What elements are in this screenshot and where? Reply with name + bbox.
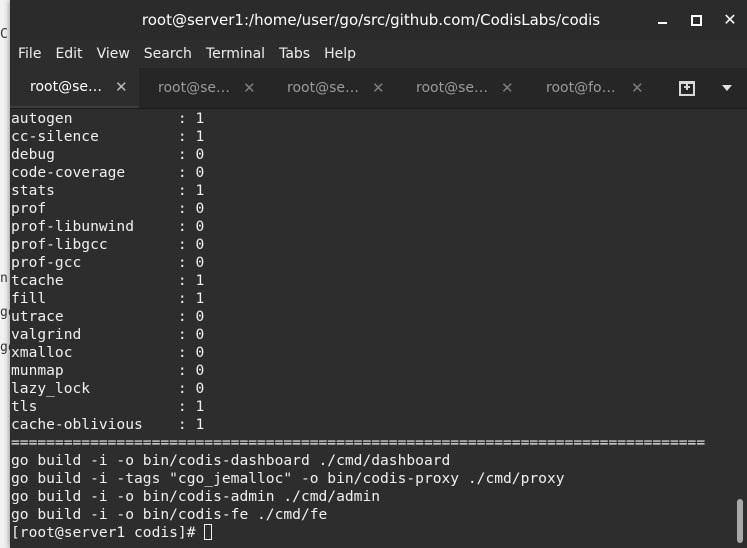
scrollbar-thumb[interactable] (737, 499, 743, 543)
terminal-line: cache-oblivious : 1 (11, 416, 205, 433)
tab-3[interactable]: root@se… ✕ (267, 68, 396, 108)
chevron-down-icon (722, 85, 732, 91)
scrollbar[interactable] (732, 109, 747, 548)
minimize-icon (657, 22, 667, 24)
tab-actions (667, 68, 747, 108)
minimize-button[interactable] (645, 0, 679, 40)
menu-terminal[interactable]: Terminal (200, 46, 271, 62)
terminal-output[interactable]: autogen : 1 cc-silence : 1 debug : 0 cod… (10, 109, 732, 548)
tab-close-icon[interactable]: ✕ (631, 79, 644, 97)
terminal-line: go build -i -tags "cgo_jemalloc" -o bin/… (11, 470, 565, 487)
tab-label: root@se… (30, 79, 102, 95)
tab-close-icon[interactable]: ✕ (243, 79, 256, 97)
terminal-line: utrace : 0 (11, 308, 205, 325)
title-bar[interactable]: root@server1:/home/user/go/src/github.co… (10, 0, 747, 40)
close-icon: ✕ (723, 10, 737, 29)
terminal-line: go build -i -o bin/codis-fe ./cmd/fe (11, 506, 328, 523)
menu-search[interactable]: Search (138, 46, 198, 62)
terminal-line: valgrind : 0 (11, 326, 205, 343)
terminal-line: go build -i -o bin/codis-dashboard ./cmd… (11, 452, 451, 469)
terminal-prompt-line[interactable]: [root@server1 codis]# (11, 524, 705, 542)
terminal-line: cc-silence : 1 (11, 128, 205, 145)
tabs-menu-button[interactable] (707, 68, 747, 108)
tab-1[interactable]: root@se… ✕ (10, 68, 139, 108)
terminal-line: prof-libgcc : 0 (11, 236, 205, 253)
terminal-line: go build -i -o bin/codis-admin ./cmd/adm… (11, 488, 381, 505)
new-tab-icon (679, 80, 695, 96)
terminal-line: code-coverage : 0 (11, 164, 205, 181)
terminal-separator-line: ========================================… (11, 434, 706, 451)
tab-bar: root@se… ✕ root@se… ✕ root@se… ✕ root@se… (10, 68, 747, 109)
tab-4[interactable]: root@se… ✕ (396, 68, 525, 108)
maximize-icon (690, 14, 702, 26)
terminal-line: tls : 1 (11, 398, 205, 415)
shell-prompt: [root@server1 codis]# (11, 524, 205, 541)
menu-view[interactable]: View (91, 46, 136, 62)
terminal-lines: autogen : 1 cc-silence : 1 debug : 0 cod… (11, 110, 705, 542)
maximize-button[interactable] (679, 0, 713, 40)
terminal-line: stats : 1 (11, 182, 205, 199)
terminal-line: prof-gcc : 0 (11, 254, 205, 271)
terminal-line: tcache : 1 (11, 272, 205, 289)
menu-file[interactable]: File (12, 46, 47, 62)
tab-close-icon[interactable]: ✕ (115, 78, 128, 96)
menu-bar: File Edit View Search Terminal Tabs Help (10, 40, 747, 68)
terminal-line: fill : 1 (11, 290, 205, 307)
menu-help[interactable]: Help (318, 46, 362, 62)
tab-label: root@se… (287, 80, 359, 96)
tab-label: root@se… (158, 80, 230, 96)
terminal-line: munmap : 0 (11, 362, 205, 379)
menu-tabs[interactable]: Tabs (273, 46, 316, 62)
terminal-line: prof-libunwind : 0 (11, 218, 205, 235)
window-title: root@server1:/home/user/go/src/github.co… (141, 11, 601, 29)
text-cursor (204, 524, 213, 540)
terminal-line: autogen : 1 (11, 110, 205, 127)
terminal-line: lazy_lock : 0 (11, 380, 205, 397)
tab-label: root@se… (416, 80, 488, 96)
close-button[interactable]: ✕ (713, 0, 747, 40)
new-tab-button[interactable] (667, 68, 707, 108)
terminal-line: debug : 0 (11, 146, 205, 163)
tab-close-icon[interactable]: ✕ (501, 79, 514, 97)
terminal-line: prof : 0 (11, 200, 205, 217)
terminal-window: root@server1:/home/user/go/src/github.co… (10, 0, 747, 548)
tab-close-icon[interactable]: ✕ (372, 79, 385, 97)
tab-5[interactable]: root@fo… ✕ (526, 68, 655, 108)
menu-edit[interactable]: Edit (49, 46, 88, 62)
tab-label: root@fo… (546, 80, 616, 96)
terminal-line: xmalloc : 0 (11, 344, 205, 361)
tab-2[interactable]: root@se… ✕ (138, 68, 267, 108)
window-controls: ✕ (645, 0, 747, 40)
